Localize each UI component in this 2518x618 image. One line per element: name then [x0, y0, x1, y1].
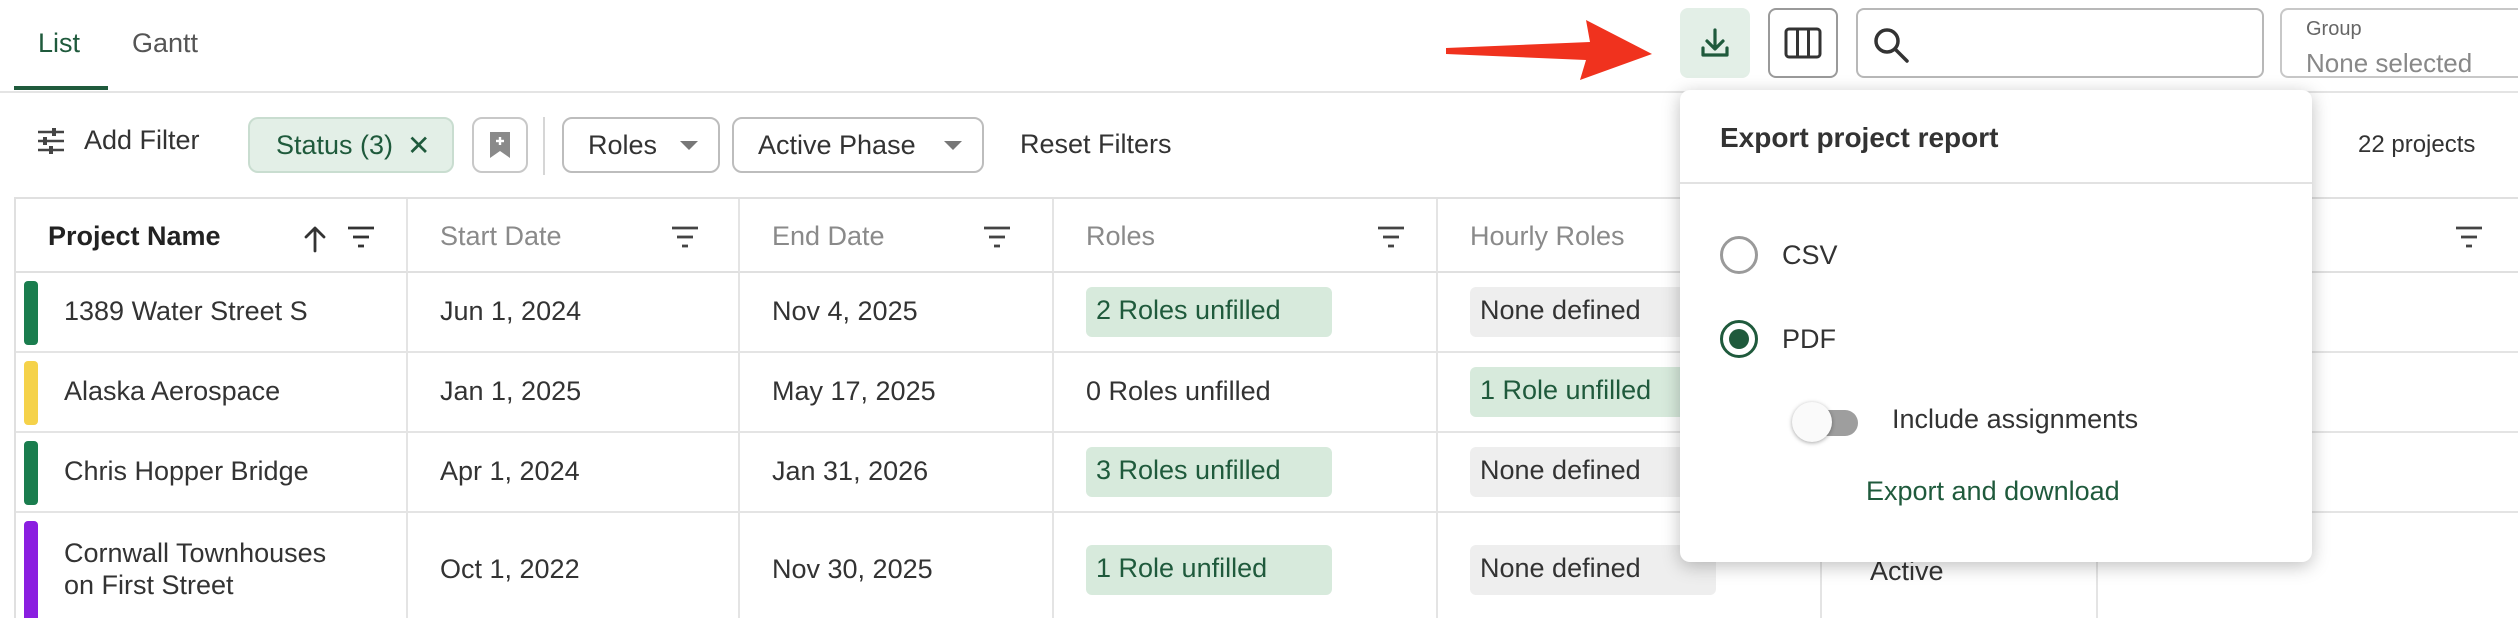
tab-list[interactable]: List	[38, 28, 80, 59]
column-header-label: Roles	[1086, 221, 1156, 251]
end-date-cell: Nov 4, 2025	[740, 273, 1054, 351]
start-date: Oct 1, 2022	[440, 554, 580, 584]
roles-text: 0 Roles unfilled	[1086, 376, 1271, 406]
caret-down-icon	[680, 141, 698, 150]
group-label: Group	[2306, 18, 2362, 40]
columns-icon	[1784, 27, 1822, 59]
download-icon	[1701, 28, 1729, 57]
roles-cell: 1 Role unfilled	[1054, 513, 1438, 618]
active-tab-indicator	[14, 86, 108, 90]
bookmark-plus-icon	[490, 132, 510, 158]
column-header-end-date[interactable]: End Date	[740, 199, 1054, 273]
toggle-thumb	[1792, 402, 1832, 442]
start-date: Apr 1, 2024	[440, 456, 580, 486]
column-header-project-name[interactable]: Project Name	[16, 199, 408, 273]
caret-down-icon	[944, 141, 962, 150]
filter-icon[interactable]	[346, 225, 376, 249]
export-popover: Export project report CSV PDF Include as…	[1680, 90, 2312, 562]
csv-label[interactable]: CSV	[1782, 240, 1838, 271]
export-and-download-button[interactable]: Export and download	[1866, 476, 2120, 507]
roles-cell: 3 Roles unfilled	[1054, 433, 1438, 511]
download-button[interactable]	[1680, 8, 1750, 78]
start-date-cell: Jun 1, 2024	[408, 273, 740, 351]
end-date: Nov 4, 2025	[772, 296, 918, 326]
pdf-label[interactable]: PDF	[1782, 324, 1836, 355]
end-date: May 17, 2025	[772, 376, 936, 406]
column-header-roles[interactable]: Roles	[1054, 199, 1438, 273]
roles-dropdown-label: Roles	[588, 129, 658, 160]
start-date: Jan 1, 2025	[440, 376, 582, 406]
save-filter-button[interactable]	[472, 117, 528, 173]
end-date: Nov 30, 2025	[772, 554, 933, 584]
add-filter-label: Add Filter	[84, 125, 200, 155]
tab-gantt[interactable]: Gantt	[132, 28, 198, 59]
roles-badge[interactable]: 3 Roles unfilled	[1086, 447, 1332, 497]
red-arrow-annotation	[1446, 20, 1652, 80]
start-date-cell: Oct 1, 2022	[408, 513, 740, 618]
end-date-cell: Nov 30, 2025	[740, 513, 1054, 618]
filter-icon[interactable]	[982, 225, 1012, 249]
csv-radio[interactable]	[1720, 236, 1758, 274]
start-date-cell: Jan 1, 2025	[408, 353, 740, 431]
project-name-line-1: Cornwall Townhouses	[64, 538, 327, 568]
top-bar: List Gantt Group None selected	[0, 0, 2518, 93]
include-assignments-label: Include assignments	[1892, 404, 2139, 434]
project-name: 1389 Water Street S	[64, 296, 308, 326]
status-filter-chip[interactable]: Status (3) ✕	[248, 117, 454, 173]
roles-badge[interactable]: 2 Roles unfilled	[1086, 287, 1332, 337]
project-name-cell[interactable]: 1389 Water Street S	[16, 273, 408, 351]
roles-cell: 0 Roles unfilled	[1054, 353, 1438, 431]
reset-filters-button[interactable]: Reset Filters	[1020, 129, 1172, 160]
search-box	[1856, 8, 2264, 78]
group-value: None selected	[2306, 48, 2473, 78]
filter-icon[interactable]	[1376, 225, 1406, 249]
column-header-label: Hourly Roles	[1470, 221, 1625, 251]
add-filter-button[interactable]: Add Filter	[36, 125, 200, 156]
project-name: Chris Hopper Bridge	[64, 456, 309, 486]
column-header-label: End Date	[772, 221, 885, 251]
filter-icon[interactable]	[2454, 225, 2484, 249]
project-name-line-2: on First Street	[64, 570, 234, 600]
end-date-cell: Jan 31, 2026	[740, 433, 1054, 511]
group-select[interactable]: Group None selected	[2280, 8, 2518, 78]
filter-icon[interactable]	[670, 225, 700, 249]
include-assignments-toggle[interactable]	[1792, 402, 1862, 442]
end-date: Jan 31, 2026	[772, 456, 929, 486]
roles-dropdown[interactable]: Roles	[562, 117, 720, 173]
popover-divider	[1680, 182, 2312, 184]
roles-badge[interactable]: 1 Role unfilled	[1086, 545, 1332, 595]
columns-button[interactable]	[1768, 8, 1838, 78]
project-name-cell[interactable]: Alaska Aerospace	[16, 353, 408, 431]
sort-ascending-icon[interactable]	[302, 225, 328, 253]
column-header-start-date[interactable]: Start Date	[408, 199, 740, 273]
close-icon[interactable]: ✕	[407, 129, 430, 162]
project-count: 22 projects	[2358, 131, 2476, 158]
active-phase-label: Active Phase	[758, 129, 916, 160]
start-date: Jun 1, 2024	[440, 296, 582, 326]
pdf-radio[interactable]	[1720, 320, 1758, 358]
column-header-label: Start Date	[440, 221, 562, 251]
active-phase-dropdown[interactable]: Active Phase	[732, 117, 984, 173]
filter-divider	[543, 117, 545, 175]
project-name-cell[interactable]: Chris Hopper Bridge	[16, 433, 408, 511]
start-date-cell: Apr 1, 2024	[408, 433, 740, 511]
status-chip-label: Status (3)	[276, 129, 394, 160]
project-name: Alaska Aerospace	[64, 376, 281, 406]
column-header-label: Project Name	[48, 221, 221, 251]
export-popover-title: Export project report	[1720, 122, 1999, 153]
search-icon	[1874, 28, 1909, 63]
filter-sliders-icon	[38, 127, 64, 154]
project-name-cell[interactable]: Cornwall Townhouses on First Street	[16, 513, 408, 618]
roles-cell: 2 Roles unfilled	[1054, 273, 1438, 351]
end-date-cell: May 17, 2025	[740, 353, 1054, 431]
search-input[interactable]	[1922, 20, 2252, 68]
